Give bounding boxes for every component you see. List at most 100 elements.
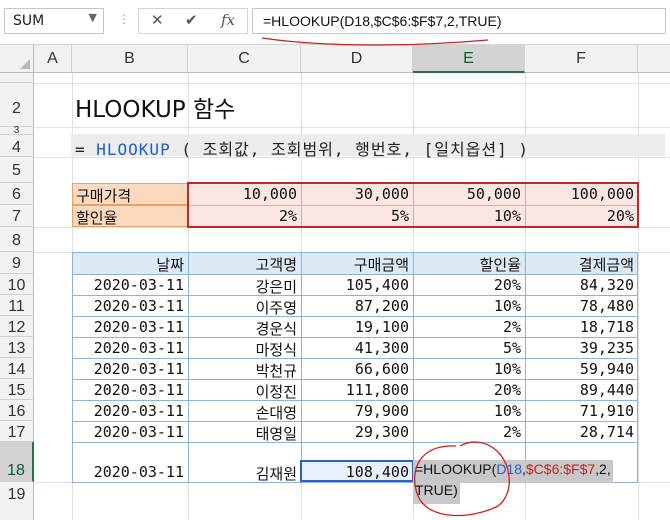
table-cell-amount[interactable]: 87,200 <box>301 297 413 315</box>
row-header-14[interactable]: 14 <box>0 358 34 379</box>
column-header-a[interactable]: A <box>34 45 72 73</box>
column-header-f[interactable]: F <box>525 45 638 73</box>
lookup-price[interactable]: 50,000 <box>413 185 525 203</box>
lookup-rate[interactable]: 10% <box>413 207 525 225</box>
select-all-button[interactable] <box>0 45 34 73</box>
table-cell-date[interactable]: 2020-03-11 <box>72 276 188 294</box>
more-icon[interactable]: ⋮ <box>118 12 130 26</box>
table-cell-customer[interactable]: 손대영 <box>188 402 301 423</box>
table-cell-amount[interactable]: 66,600 <box>301 360 413 378</box>
table-cell-rate[interactable]: 10% <box>413 297 525 315</box>
table-cell-payment[interactable]: 78,480 <box>525 297 638 315</box>
lookup-rate[interactable]: 2% <box>188 207 301 225</box>
row-header-10[interactable]: 10 <box>0 274 34 295</box>
lookup-price[interactable]: 30,000 <box>301 185 413 203</box>
row-header-11[interactable]: 11 <box>0 295 34 316</box>
column-title-date: 날짜 <box>156 256 184 274</box>
lookup-price[interactable]: 100,000 <box>525 185 638 203</box>
table-cell-rate[interactable]: 2% <box>413 318 525 336</box>
row-header-3[interactable]: 3 <box>0 126 34 136</box>
table-cell-amount[interactable]: 111,800 <box>301 381 413 399</box>
column-header-g[interactable] <box>638 45 670 73</box>
table-cell-customer[interactable]: 이정진 <box>188 381 301 402</box>
row-header-19[interactable]: 19 <box>0 482 34 520</box>
table-cell-rate[interactable]: 10% <box>413 402 525 420</box>
table-cell-rate[interactable]: 2% <box>413 423 525 441</box>
edit-line-1: =HLOOKUP(D18,$C$6:$F$7,2, <box>413 460 613 483</box>
row-header-13[interactable]: 13 <box>0 337 34 358</box>
insert-function-icon[interactable]: fx <box>221 11 235 29</box>
table-row-border <box>72 358 638 359</box>
table-cell-amount[interactable]: 41,300 <box>301 339 413 357</box>
column-header-b[interactable]: B <box>72 45 188 73</box>
table-cell-date[interactable]: 2020-03-11 <box>72 402 188 420</box>
active-cell-editor[interactable]: =HLOOKUP(D18,$C$6:$F$7,2, TRUE) <box>413 460 631 504</box>
table-cell-date[interactable]: 2020-03-11 <box>72 297 188 315</box>
table-cell-payment[interactable]: 89,440 <box>525 381 638 399</box>
table-cell-rate[interactable]: 10% <box>413 360 525 378</box>
formula-input[interactable]: =HLOOKUP(D18,$C$6:$F$7,2,TRUE) <box>252 8 666 34</box>
edit-ref-range: $C$6:$F$7 <box>525 461 596 477</box>
row-header-6[interactable]: 6 <box>0 183 34 205</box>
row-header-17[interactable]: 17 <box>0 421 34 442</box>
lookup-rate[interactable]: 20% <box>525 207 638 225</box>
table-cell-payment[interactable]: 71,910 <box>525 402 638 420</box>
cell-c18[interactable]: 김재원 <box>188 463 301 484</box>
name-box[interactable]: SUM ▼ <box>4 8 104 34</box>
cell-d18[interactable]: 108,400 <box>301 463 413 481</box>
table-cell-amount[interactable]: 29,300 <box>301 423 413 441</box>
row-header-9[interactable]: 9 <box>0 252 34 274</box>
row-header-8[interactable]: 8 <box>0 227 34 252</box>
syntax-args: ( 조회값, 조회범위, 행번호, [일치옵션] ) <box>170 140 530 159</box>
name-box-value: SUM <box>13 13 45 29</box>
table-cell-payment[interactable]: 39,235 <box>525 339 638 357</box>
table-cell-payment[interactable]: 84,320 <box>525 276 638 294</box>
lookup-rate[interactable]: 5% <box>301 207 413 225</box>
table-cell-customer[interactable]: 이주영 <box>188 297 301 318</box>
row-header-16[interactable]: 16 <box>0 400 34 421</box>
cell-b18[interactable]: 2020-03-11 <box>72 463 188 481</box>
table-cell-date[interactable]: 2020-03-11 <box>72 318 188 336</box>
row-header-2[interactable]: 2 <box>0 83 34 127</box>
cancel-icon[interactable]: ✕ <box>151 11 164 29</box>
table-cell-amount[interactable]: 79,900 <box>301 402 413 420</box>
table-cell-customer[interactable]: 태영일 <box>188 423 301 444</box>
table-cell-date[interactable]: 2020-03-11 <box>72 423 188 441</box>
table-cell-amount[interactable]: 19,100 <box>301 318 413 336</box>
column-header-d[interactable]: D <box>301 45 413 73</box>
table-row-border <box>72 421 638 422</box>
lookup-price[interactable]: 10,000 <box>188 185 301 203</box>
row-header-4[interactable]: 4 <box>0 135 34 157</box>
edit-args: ,2, <box>595 461 611 477</box>
table-cell-date[interactable]: 2020-03-11 <box>72 339 188 357</box>
column-header-c[interactable]: C <box>188 45 301 73</box>
table-cell-amount[interactable]: 105,400 <box>301 276 413 294</box>
chevron-down-icon[interactable]: ▼ <box>89 11 97 24</box>
row-header-7[interactable]: 7 <box>0 205 34 227</box>
row-header-12[interactable]: 12 <box>0 316 34 337</box>
row-header-18[interactable]: 18 <box>0 442 34 482</box>
table-cell-customer[interactable]: 마정식 <box>188 339 301 360</box>
row-header-1[interactable] <box>0 73 34 83</box>
row-header-5[interactable]: 5 <box>0 157 34 183</box>
column-title-rate: 할인율 <box>479 256 521 274</box>
table-cell-date[interactable]: 2020-03-11 <box>72 360 188 378</box>
table-cell-rate[interactable]: 5% <box>413 339 525 357</box>
enter-icon[interactable]: ✔ <box>185 11 198 29</box>
table-cell-rate[interactable]: 20% <box>413 276 525 294</box>
table-cell-rate[interactable]: 20% <box>413 381 525 399</box>
table-cell-date[interactable]: 2020-03-11 <box>72 381 188 399</box>
column-title-amount: 구매금액 <box>353 256 409 274</box>
table-cell-customer[interactable]: 박천규 <box>188 360 301 381</box>
table-cell-payment[interactable]: 18,718 <box>525 318 638 336</box>
table-cell-payment[interactable]: 28,714 <box>525 423 638 441</box>
table-row-border <box>72 400 638 401</box>
table-cell-customer[interactable]: 경운식 <box>188 318 301 339</box>
column-header-e[interactable]: E <box>413 45 525 73</box>
row-header-15[interactable]: 15 <box>0 379 34 400</box>
table-cell-customer[interactable]: 강은미 <box>188 276 301 297</box>
syntax-line: = HLOOKUP ( 조회값, 조회범위, 행번호, [일치옵션] ) <box>71 134 665 159</box>
table-row-border <box>72 316 638 317</box>
table-cell-payment[interactable]: 59,940 <box>525 360 638 378</box>
table-row-border <box>72 379 638 380</box>
